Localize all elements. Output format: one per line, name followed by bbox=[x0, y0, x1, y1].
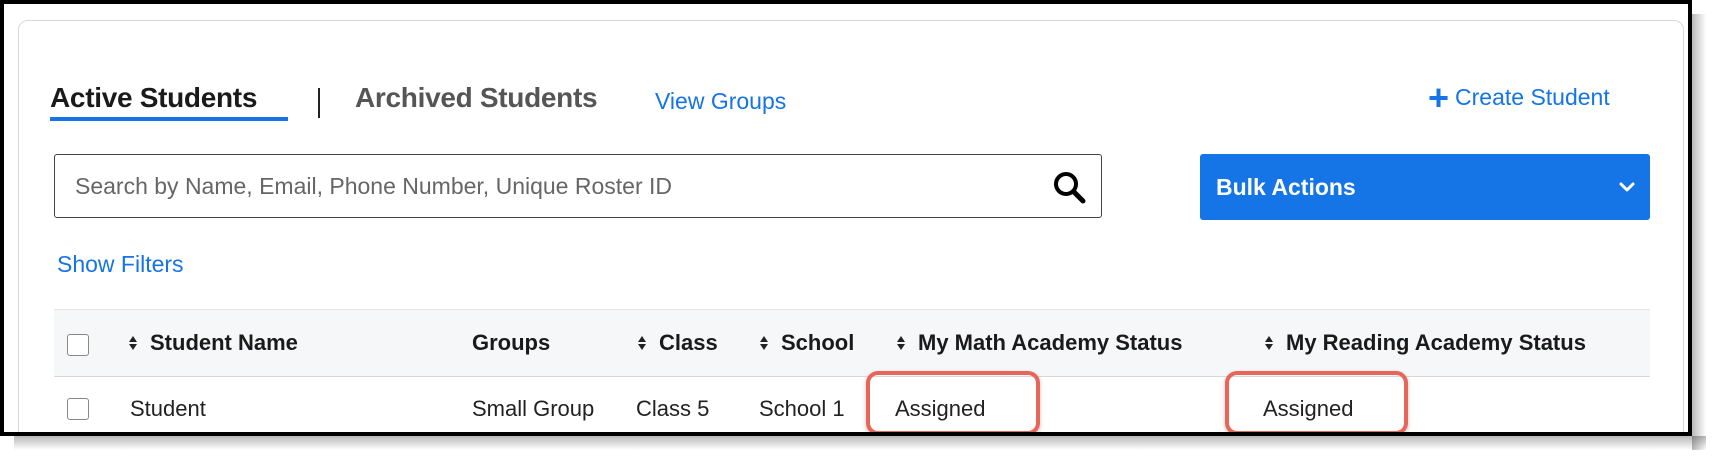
search-icon[interactable] bbox=[1051, 169, 1087, 205]
cell-class: Class 5 bbox=[636, 396, 710, 421]
search-box bbox=[54, 154, 1102, 218]
column-label: Class bbox=[659, 330, 718, 355]
bulk-actions-dropdown[interactable]: Bulk Actions bbox=[1200, 154, 1650, 220]
search-input[interactable] bbox=[73, 155, 1027, 217]
row-checkbox[interactable] bbox=[67, 398, 89, 420]
frame-shadow-bottom bbox=[14, 436, 1706, 450]
math-status-highlight bbox=[866, 371, 1040, 432]
frame-shadow-right bbox=[1692, 14, 1706, 450]
chevron-down-icon bbox=[1619, 182, 1635, 192]
column-label: My Math Academy Status bbox=[918, 330, 1183, 355]
column-label: Groups bbox=[472, 330, 551, 355]
view-groups-link[interactable]: View Groups bbox=[655, 88, 786, 115]
column-header-math-status[interactable]: My Math Academy Status bbox=[896, 330, 1182, 356]
sort-icon bbox=[129, 336, 137, 350]
select-all-checkbox[interactable] bbox=[67, 334, 89, 356]
sort-icon bbox=[897, 336, 905, 350]
column-label: School bbox=[781, 330, 855, 355]
sort-icon bbox=[760, 336, 768, 350]
column-header-reading-status[interactable]: My Reading Academy Status bbox=[1264, 330, 1586, 356]
reading-status-highlight bbox=[1225, 371, 1408, 432]
column-label: Student Name bbox=[150, 330, 298, 355]
screenshot-frame: Active Students Archived Students View G… bbox=[0, 0, 1692, 436]
create-student-label: Create Student bbox=[1455, 84, 1610, 110]
table-header: Student Name Groups Class School My Math… bbox=[54, 309, 1650, 377]
tab-separator bbox=[318, 88, 320, 118]
active-tab-indicator bbox=[50, 117, 288, 121]
show-filters-link[interactable]: Show Filters bbox=[57, 251, 184, 278]
cell-school: School 1 bbox=[759, 396, 845, 421]
plus-icon: + bbox=[1428, 76, 1450, 118]
column-label: My Reading Academy Status bbox=[1286, 330, 1586, 355]
column-header-student-name[interactable]: Student Name bbox=[128, 330, 298, 356]
cell-student-name[interactable]: Student bbox=[130, 396, 206, 422]
column-header-school[interactable]: School bbox=[759, 330, 854, 356]
create-student-button[interactable]: + Create Student bbox=[1428, 76, 1610, 118]
column-header-groups: Groups bbox=[472, 330, 550, 356]
tab-archived-students[interactable]: Archived Students bbox=[355, 82, 598, 114]
bulk-actions-label: Bulk Actions bbox=[1216, 173, 1356, 200]
sort-icon bbox=[638, 336, 646, 350]
sort-icon bbox=[1265, 336, 1273, 350]
column-header-class[interactable]: Class bbox=[637, 330, 718, 356]
tab-active-students[interactable]: Active Students bbox=[50, 82, 257, 114]
cell-groups: Small Group bbox=[472, 396, 595, 421]
